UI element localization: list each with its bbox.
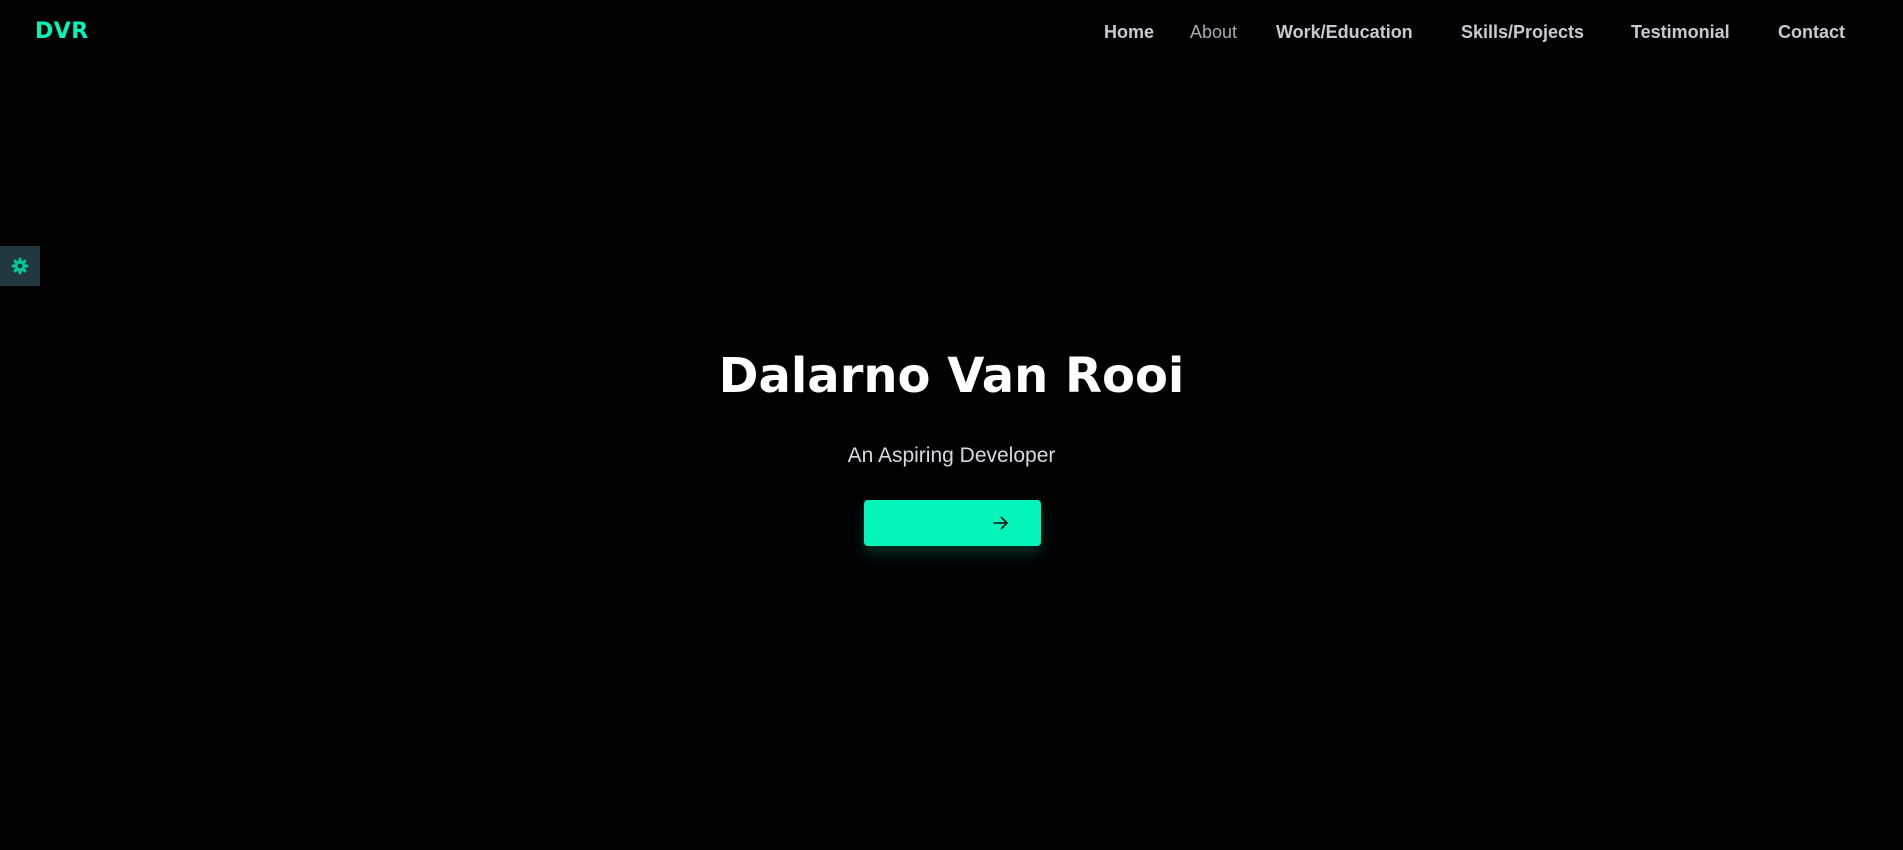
nav-item-home[interactable]: Home [1104, 22, 1154, 43]
arrow-right-icon [993, 516, 1008, 530]
page: DVR Home About Work/Education Skills/Pro… [0, 0, 1903, 850]
hero-title: Dalarno Van Rooi [718, 348, 1185, 404]
logo-link[interactable]: DVR [35, 19, 89, 44]
hero-cta-button[interactable] [864, 500, 1041, 546]
nav-item-testimonial[interactable]: Testimonial [1631, 22, 1730, 43]
hero-subtitle: An Aspiring Developer [847, 444, 1056, 467]
nav-item-skills-projects[interactable]: Skills/Projects [1461, 22, 1584, 43]
nav-item-work-education[interactable]: Work/Education [1276, 22, 1413, 43]
nav-item-contact[interactable]: Contact [1778, 22, 1845, 43]
settings-toggle-button[interactable] [0, 246, 40, 286]
nav-item-about[interactable]: About [1190, 22, 1237, 43]
gear-icon [11, 257, 29, 275]
